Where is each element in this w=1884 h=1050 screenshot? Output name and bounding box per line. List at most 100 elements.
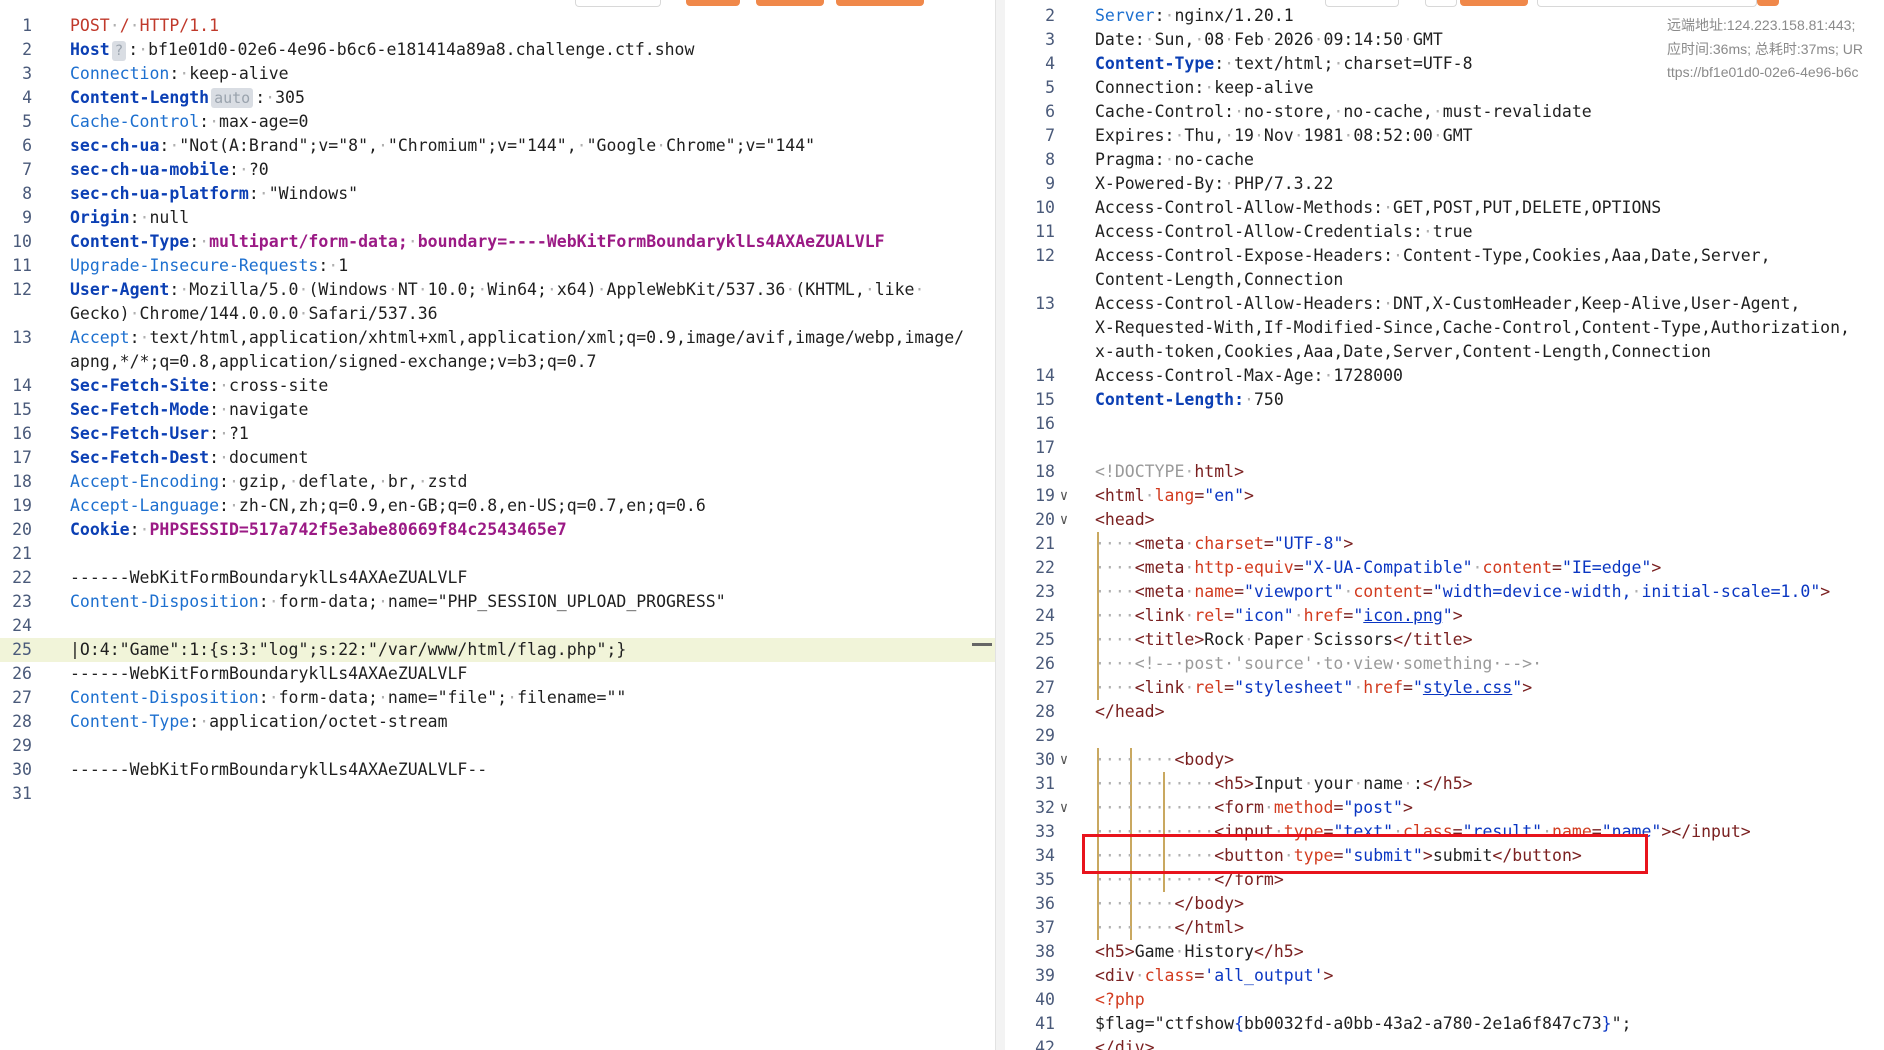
code-line[interactable]: 17 Sec-Fetch-Dest:·document: [0, 446, 995, 470]
code-line[interactable]: 5 Cache-Control:·max-age=0: [0, 110, 995, 134]
code-line[interactable]: 26 ------WebKitFormBoundaryklLs4AXAeZUALV…: [0, 662, 995, 686]
token: ·: [1164, 150, 1175, 169]
code-line[interactable]: 7 Expires:·Thu,·19·Nov·1981·08:52:00·GMT: [1005, 124, 1884, 148]
code-line[interactable]: 1 POST·/·HTTP/1.1: [0, 14, 995, 38]
code-line[interactable]: 10 Content-Type:·multipart/form-data;·bou…: [0, 230, 995, 254]
code-line[interactable]: 12 Access-Control-Expose-Headers:·Content…: [1005, 244, 1884, 268]
code-line[interactable]: 27 ····<link·rel="stylesheet"·href="style…: [1005, 676, 1884, 700]
token: "stylesheet": [1234, 678, 1354, 697]
code-line[interactable]: x-auth-token,Cookies,Aaa,Date,Server,Con…: [1005, 340, 1884, 364]
code-line[interactable]: 6 Cache-Control:·no-store,·no-cache,·must…: [1005, 100, 1884, 124]
line-number: 4: [22, 88, 32, 107]
code-line[interactable]: 6 sec-ch-ua:·"Not(A:Brand";v="8",·"Chromi…: [0, 134, 995, 158]
code-line[interactable]: 11 Access-Control-Allow-Credentials:·true: [1005, 220, 1884, 244]
code-line[interactable]: 17: [1005, 436, 1884, 460]
code-line[interactable]: 7 sec-ch-ua-mobile:·?0: [0, 158, 995, 182]
response-code[interactable]: 2 Server:·nginx/1.20.1 3 Date:·Sun,·08·Feb·…: [1005, 6, 1884, 1050]
code-line[interactable]: Content-Length,Connection: [1005, 268, 1884, 292]
code-line[interactable]: 28 </head>: [1005, 700, 1884, 724]
code-line[interactable]: 30 ------WebKitFormBoundaryklLs4AXAeZUALV…: [0, 758, 995, 782]
token: navigate: [228, 400, 309, 419]
code-line[interactable]: 36 ········</body>: [1005, 892, 1884, 916]
code-line[interactable]: apng,*/*;q=0.8,application/signed-exchan…: [0, 350, 995, 374]
code-line[interactable]: 18 <!DOCTYPE·html>: [1005, 460, 1884, 484]
code-line[interactable]: 18 Accept-Encoding:·gzip,·deflate,·br,·zs…: [0, 470, 995, 494]
code-line[interactable]: 27 Content-Disposition:·form-data;·name="…: [0, 686, 995, 710]
code-line[interactable]: 13 Access-Control-Allow-Headers:·DNT,X-Cu…: [1005, 292, 1884, 316]
request-code[interactable]: 1 POST·/·HTTP/1.1 2 Host?:·bf1e01d0-02e6-4e…: [0, 14, 995, 806]
code-line[interactable]: Gecko)·Chrome/144.0.0.0·Safari/537.36: [0, 302, 995, 326]
code-line[interactable]: 25 ····<title>Rock·Paper·Scissors</title>: [1005, 628, 1884, 652]
code-line[interactable]: 3 Connection:·keep-alive: [0, 62, 995, 86]
code-line[interactable]: 16: [1005, 412, 1884, 436]
line-number: 31: [1035, 774, 1055, 793]
code-line[interactable]: 30 ∨ ········<body>: [1005, 748, 1884, 772]
code-line[interactable]: 21: [0, 542, 995, 566]
code-line[interactable]: 13 Accept:·text/html,application/xhtml+xm…: [0, 326, 995, 350]
token[interactable]: icon.png: [1363, 606, 1442, 625]
code-line[interactable]: 22 ------WebKitFormBoundaryklLs4AXAeZUALV…: [0, 566, 995, 590]
code-line[interactable]: 31 ············<h5>Input·your·name·:</h5>: [1005, 772, 1884, 796]
fold-chevron-icon[interactable]: ∨: [1057, 796, 1071, 820]
code-line[interactable]: 26 ····<!--·post·'source'·to·view·somethi…: [1005, 652, 1884, 676]
code-line[interactable]: 40 <?php: [1005, 988, 1884, 1012]
fold-chevron-icon[interactable]: ∨: [1057, 748, 1071, 772]
code-line[interactable]: 16 Sec-Fetch-User:·?1: [0, 422, 995, 446]
token: ·: [1224, 54, 1235, 73]
toolbar-button[interactable]: [836, 0, 924, 6]
code-line[interactable]: 10 Access-Control-Allow-Methods:·GET,POST…: [1005, 196, 1884, 220]
code-line[interactable]: 23 Content-Disposition:·form-data;·name="…: [0, 590, 995, 614]
code-line[interactable]: 14 Sec-Fetch-Site:·cross-site: [0, 374, 995, 398]
code-line[interactable]: 39 <div·class='all_output'>: [1005, 964, 1884, 988]
code-line[interactable]: 37 ········</html>: [1005, 916, 1884, 940]
code-line[interactable]: 25 |O:4:"Game":1:{s:3:"log";s:22:"/var/ww…: [0, 638, 995, 662]
code-line[interactable]: 9 X-Powered-By:·PHP/7.3.22: [1005, 172, 1884, 196]
code-line[interactable]: 2 Host?:·bf1e01d0-02e6-4e96-b6c6-e181414a…: [0, 38, 995, 62]
token: <link: [1134, 606, 1185, 625]
code-line[interactable]: 29: [0, 734, 995, 758]
code-line[interactable]: 21 ····<meta·charset="UTF-8">: [1005, 532, 1884, 556]
token: ·: [1184, 678, 1195, 697]
code-line[interactable]: 20 Cookie:·PHPSESSID=517a742f5e3abe80669f…: [0, 518, 995, 542]
code-line[interactable]: 28 Content-Type:·application/octet-stream: [0, 710, 995, 734]
code-line[interactable]: 42 </div>: [1005, 1036, 1884, 1050]
code-line[interactable]: 15 Sec-Fetch-Mode:·navigate: [0, 398, 995, 422]
code-line[interactable]: 23 ····<meta·name="viewport"·content="wid…: [1005, 580, 1884, 604]
code-line[interactable]: 14 Access-Control-Max-Age:·1728000: [1005, 364, 1884, 388]
token: sec-ch-ua-mobile: [70, 160, 229, 179]
token: ·: [1144, 486, 1155, 505]
code-line[interactable]: 29: [1005, 724, 1884, 748]
code-line[interactable]: 9 Origin:·null: [0, 206, 995, 230]
code-line[interactable]: 24 ····<link·rel="icon"·href="icon.png">: [1005, 604, 1884, 628]
request-editor-pane[interactable]: 1 POST·/·HTTP/1.1 2 Host?:·bf1e01d0-02e6-4e…: [0, 0, 995, 1050]
code-line[interactable]: 11 Upgrade-Insecure-Requests:·1: [0, 254, 995, 278]
code-line[interactable]: 24: [0, 614, 995, 638]
code-line[interactable]: 22 ····<meta·http-equiv="X-UA-Compatible"…: [1005, 556, 1884, 580]
token: DNT,X-CustomHeader,Keep-Alive,User-Agent…: [1393, 294, 1801, 313]
response-viewer-pane[interactable]: 2 Server:·nginx/1.20.1 3 Date:·Sun,·08·Feb·…: [1005, 0, 1884, 1050]
fold-chevron-icon[interactable]: ∨: [1057, 484, 1071, 508]
code-line[interactable]: 32 ∨ ············<form·method="post">: [1005, 796, 1884, 820]
code-line[interactable]: 41 $flag="ctfshow{bb0032fd-a0bb-43a2-a780…: [1005, 1012, 1884, 1036]
code-line[interactable]: X-Requested-With,If-Modified-Since,Cache…: [1005, 316, 1884, 340]
token: :: [1412, 774, 1423, 793]
token: rel: [1194, 678, 1225, 697]
toolbar-field[interactable]: [575, 0, 661, 7]
code-line[interactable]: 15 Content-Length:·750: [1005, 388, 1884, 412]
code-line[interactable]: 20 ∨ <head>: [1005, 508, 1884, 532]
code-line[interactable]: 4 Content-Length auto:·305: [0, 86, 995, 110]
token: }: [1601, 1014, 1612, 1033]
code-line[interactable]: 8 Pragma:·no-cache: [1005, 148, 1884, 172]
code-line[interactable]: 12 User-Agent:·Mozilla/5.0·(Windows·NT·10…: [0, 278, 995, 302]
token: "width=device-width,: [1432, 582, 1632, 601]
code-line[interactable]: 19 Accept-Language:·zh-CN,zh;q=0.9,en-GB;…: [0, 494, 995, 518]
code-line[interactable]: 38 <h5>Game·History</h5>: [1005, 940, 1884, 964]
code-line[interactable]: 8 sec-ch-ua-platform:·"Windows": [0, 182, 995, 206]
fold-chevron-icon[interactable]: ∨: [1057, 508, 1071, 532]
toolbar-button[interactable]: [686, 0, 740, 6]
toolbar-button[interactable]: [756, 0, 824, 6]
code-line[interactable]: 31: [0, 782, 995, 806]
token: Host: [70, 40, 110, 59]
token[interactable]: style.css: [1423, 678, 1512, 697]
code-line[interactable]: 19 ∨ <html·lang="en">: [1005, 484, 1884, 508]
